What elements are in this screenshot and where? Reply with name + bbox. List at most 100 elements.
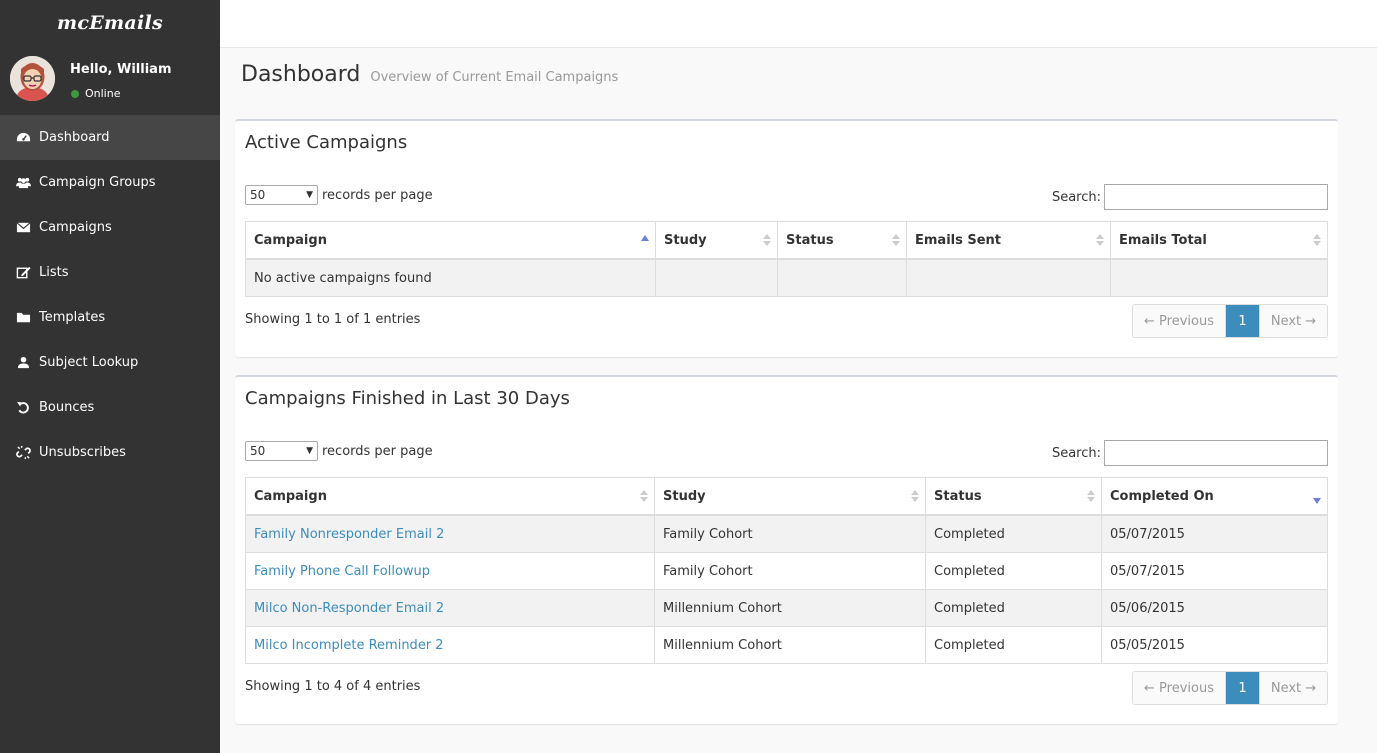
column-label: Emails Sent bbox=[915, 232, 1002, 248]
column-header-study[interactable]: Study bbox=[655, 221, 778, 260]
previous-page-button[interactable]: ← Previous bbox=[1133, 305, 1226, 337]
column-header-completed-on[interactable]: Completed On bbox=[1101, 477, 1328, 516]
column-label: Campaign bbox=[254, 488, 327, 504]
table-row[interactable]: Family Phone Call Followup Family Cohort… bbox=[245, 552, 1328, 590]
status-cell: Completed bbox=[925, 589, 1102, 627]
finished-per-page-select[interactable]: 50 ▼ bbox=[245, 441, 318, 461]
user-greeting: Hello, William bbox=[70, 62, 172, 77]
study-cell: Millennium Cohort bbox=[654, 589, 926, 627]
dropdown-arrow-icon: ▼ bbox=[306, 190, 313, 200]
column-label: Emails Total bbox=[1119, 232, 1207, 248]
table-row[interactable]: Family Nonresponder Email 2 Family Cohor… bbox=[245, 514, 1328, 553]
page-subtitle: Overview of Current Email Campaigns bbox=[370, 70, 619, 85]
empty-message: No active campaigns found bbox=[245, 258, 656, 297]
campaign-link-text[interactable]: Milco Non-Responder Email 2 bbox=[254, 601, 444, 616]
active-search-label: Search: bbox=[1051, 189, 1101, 205]
undo-icon bbox=[15, 400, 31, 416]
sidebar: mcEmails Hello, William Online Dashboard… bbox=[0, 0, 220, 753]
column-label: Status bbox=[786, 232, 834, 248]
avatar bbox=[10, 56, 55, 101]
finished-per-page-value: 50 bbox=[250, 444, 266, 458]
study-cell: Family Cohort bbox=[654, 552, 926, 590]
completed-on-cell: 05/06/2015 bbox=[1101, 589, 1328, 627]
page-title: Dashboard bbox=[241, 62, 361, 87]
sidebar-item-lists[interactable]: Lists bbox=[0, 250, 220, 295]
finished-campaigns-box: Campaigns Finished in Last 30 Days 50 ▼ … bbox=[235, 375, 1338, 724]
sort-both-icon bbox=[892, 234, 900, 246]
campaign-link[interactable]: Milco Non-Responder Email 2 bbox=[245, 589, 655, 627]
finished-per-page-label: records per page bbox=[322, 443, 433, 459]
sort-both-icon bbox=[1087, 490, 1095, 502]
sidebar-item-label: Unsubscribes bbox=[39, 445, 126, 460]
page-header: Dashboard Overview of Current Email Camp… bbox=[241, 62, 618, 87]
user-icon bbox=[15, 355, 31, 371]
envelope-icon bbox=[15, 220, 31, 236]
sidebar-item-dashboard[interactable]: Dashboard bbox=[0, 115, 220, 160]
sidebar-item-label: Campaign Groups bbox=[39, 175, 156, 190]
unlink-icon bbox=[15, 445, 31, 461]
active-pagination: ← Previous 1 Next → bbox=[1132, 304, 1328, 338]
previous-page-button[interactable]: ← Previous bbox=[1133, 672, 1226, 704]
sidebar-item-templates[interactable]: Templates bbox=[0, 295, 220, 340]
finished-table-info: Showing 1 to 4 of 4 entries bbox=[245, 679, 421, 694]
page-1-button[interactable]: 1 bbox=[1226, 672, 1259, 704]
status-cell: Completed bbox=[925, 626, 1102, 664]
dashboard-icon bbox=[15, 130, 31, 146]
campaign-link[interactable]: Family Nonresponder Email 2 bbox=[245, 514, 655, 553]
active-per-page-select[interactable]: 50 ▼ bbox=[245, 185, 318, 205]
campaign-link[interactable]: Milco Incomplete Reminder 2 bbox=[245, 626, 655, 664]
table-row[interactable]: Milco Incomplete Reminder 2 Millennium C… bbox=[245, 626, 1328, 664]
campaign-link-text[interactable]: Family Nonresponder Email 2 bbox=[254, 527, 444, 542]
active-table-info: Showing 1 to 1 of 1 entries bbox=[245, 312, 421, 327]
active-search-input[interactable] bbox=[1104, 184, 1328, 210]
column-header-campaign[interactable]: Campaign bbox=[245, 477, 655, 516]
study-cell: Family Cohort bbox=[654, 514, 926, 553]
completed-on-cell: 05/07/2015 bbox=[1101, 552, 1328, 590]
page-1-button[interactable]: 1 bbox=[1226, 305, 1259, 337]
finished-per-page: 50 ▼ records per page bbox=[245, 441, 433, 461]
active-per-page: 50 ▼ records per page bbox=[245, 185, 433, 205]
edit-icon bbox=[15, 265, 31, 281]
table-cell bbox=[1110, 258, 1328, 297]
column-header-campaign[interactable]: Campaign bbox=[245, 221, 656, 260]
finished-search: Search: bbox=[1052, 440, 1328, 466]
sort-both-icon bbox=[640, 490, 648, 502]
table-row: No active campaigns found bbox=[245, 258, 1328, 297]
campaign-link[interactable]: Family Phone Call Followup bbox=[245, 552, 655, 590]
status-cell: Completed bbox=[925, 552, 1102, 590]
campaign-link-text[interactable]: Family Phone Call Followup bbox=[254, 564, 430, 579]
user-status-label: Online bbox=[85, 87, 121, 100]
next-page-button[interactable]: Next → bbox=[1259, 672, 1327, 704]
sidebar-item-label: Lists bbox=[39, 265, 69, 280]
sidebar-item-campaign-groups[interactable]: Campaign Groups bbox=[0, 160, 220, 205]
users-icon bbox=[15, 175, 31, 191]
completed-on-cell: 05/05/2015 bbox=[1101, 626, 1328, 664]
online-status-dot-icon bbox=[71, 89, 79, 98]
user-status: Online bbox=[71, 87, 120, 100]
sidebar-item-label: Templates bbox=[39, 310, 106, 325]
column-header-emails-total[interactable]: Emails Total bbox=[1110, 221, 1328, 260]
sidebar-item-unsubscribes[interactable]: Unsubscribes bbox=[0, 430, 220, 475]
column-header-status[interactable]: Status bbox=[777, 221, 907, 260]
column-header-emails-sent[interactable]: Emails Sent bbox=[906, 221, 1111, 260]
user-panel: Hello, William Online bbox=[0, 47, 220, 115]
sort-asc-icon bbox=[641, 235, 649, 241]
table-cell bbox=[906, 258, 1111, 297]
active-campaigns-title: Active Campaigns bbox=[245, 132, 408, 153]
campaign-link-text[interactable]: Milco Incomplete Reminder 2 bbox=[254, 638, 444, 653]
sidebar-item-label: Bounces bbox=[39, 400, 95, 415]
sidebar-item-subject-lookup[interactable]: Subject Lookup bbox=[0, 340, 220, 385]
active-campaigns-box: Active Campaigns 50 ▼ records per page S… bbox=[235, 119, 1338, 357]
brand-logo[interactable]: mcEmails bbox=[0, 0, 220, 47]
next-page-button[interactable]: Next → bbox=[1259, 305, 1327, 337]
table-row[interactable]: Milco Non-Responder Email 2 Millennium C… bbox=[245, 589, 1328, 627]
finished-campaigns-table: Campaign Study Status Completed On Famil… bbox=[245, 477, 1328, 664]
sidebar-item-label: Dashboard bbox=[39, 130, 110, 145]
sidebar-item-campaigns[interactable]: Campaigns bbox=[0, 205, 220, 250]
finished-search-input[interactable] bbox=[1104, 440, 1328, 466]
top-navbar bbox=[220, 0, 1377, 48]
column-header-status[interactable]: Status bbox=[925, 477, 1102, 516]
status-cell: Completed bbox=[925, 514, 1102, 553]
sidebar-item-bounces[interactable]: Bounces bbox=[0, 385, 220, 430]
column-header-study[interactable]: Study bbox=[654, 477, 926, 516]
